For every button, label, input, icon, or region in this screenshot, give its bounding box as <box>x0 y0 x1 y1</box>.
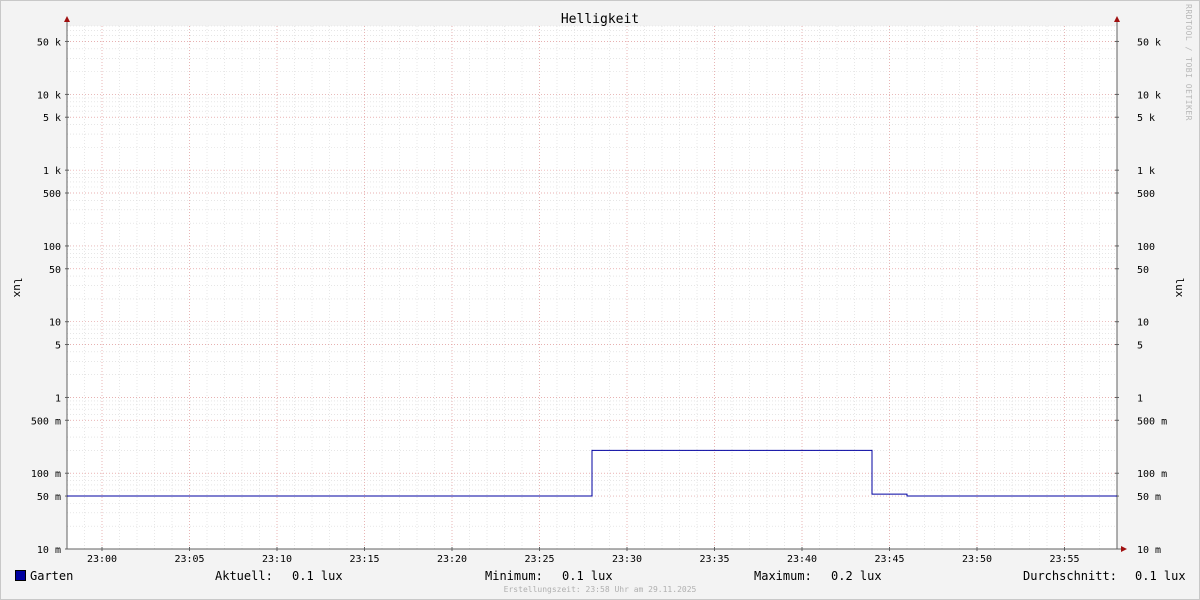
y-tick-label-right: 1 <box>1137 393 1143 404</box>
x-tick-label: 23:15 <box>349 554 379 565</box>
legend-max-value: 0.2 lux <box>831 569 882 583</box>
legend: Garten Aktuell: 0.1 lux Minimum: 0.1 lux… <box>0 568 1200 584</box>
y-tick-label-left: 500 <box>43 189 61 200</box>
legend-min-label: Minimum: <box>485 569 543 583</box>
y-tick-label-left: 100 <box>43 242 61 253</box>
legend-max-label: Maximum: <box>754 569 812 583</box>
legend-avg-value: 0.1 lux <box>1135 569 1186 583</box>
y-tick-label-left: 10 m <box>37 545 61 556</box>
y-tick-label-right: 10 k <box>1137 90 1161 101</box>
y-tick-label-right: 500 <box>1137 189 1155 200</box>
y-tick-label-right: 500 m <box>1137 416 1167 427</box>
y-axis-label-left: lux <box>11 278 24 298</box>
y-tick-label-left: 5 k <box>43 113 61 124</box>
y-axis-arrow-left <box>64 16 70 22</box>
y-tick-label-right: 10 <box>1137 318 1149 329</box>
y-tick-label-left: 5 <box>55 341 61 352</box>
legend-min-value: 0.1 lux <box>562 569 613 583</box>
x-tick-label: 23:35 <box>699 554 729 565</box>
x-tick-label: 23:40 <box>787 554 817 565</box>
y-tick-label-left: 50 k <box>37 37 61 48</box>
x-tick-label: 23:45 <box>874 554 904 565</box>
y-tick-label-left: 10 k <box>37 90 61 101</box>
y-tick-label-right: 5 k <box>1137 113 1155 124</box>
y-tick-label-right: 1 k <box>1137 166 1155 177</box>
legend-current-label: Aktuell: <box>215 569 273 583</box>
x-tick-label: 23:50 <box>962 554 992 565</box>
legend-avg-label: Durchschnitt: <box>1023 569 1117 583</box>
y-tick-label-left: 50 m <box>37 492 61 503</box>
y-tick-label-left: 50 <box>49 265 61 276</box>
legend-swatch-garten <box>15 570 26 581</box>
y-tick-label-right: 50 m <box>1137 492 1161 503</box>
y-axis-label-right: lux <box>1173 278 1186 298</box>
x-axis-arrow <box>1121 546 1127 552</box>
x-tick-label: 23:30 <box>612 554 642 565</box>
x-tick-label: 23:10 <box>262 554 292 565</box>
rrdtool-watermark: RRDTOOL / TOBI OETIKER <box>1184 4 1193 121</box>
x-tick-label: 23:20 <box>437 554 467 565</box>
creation-time-footer: Erstellungszeit: 23:58 Uhr am 29.11.2025 <box>503 585 697 594</box>
y-tick-label-left: 10 <box>49 318 61 329</box>
y-tick-label-left: 1 k <box>43 166 61 177</box>
y-axis-arrow-right <box>1114 16 1120 22</box>
chart-title: Helligkeit <box>561 12 639 27</box>
y-tick-label-right: 100 <box>1137 242 1155 253</box>
legend-current-value: 0.1 lux <box>292 569 343 583</box>
chart-plot: 10 m 10 m 50 m 50 m 100 m 100 m 500 m 500 m 1 1 5 5… <box>11 12 1186 565</box>
x-tick-label: 23:00 <box>87 554 117 565</box>
x-tick-label: 23:05 <box>174 554 204 565</box>
y-tick-label-left: 500 m <box>31 416 61 427</box>
y-tick-label-left: 100 m <box>31 469 61 480</box>
y-tick-label-right: 100 m <box>1137 469 1167 480</box>
x-tick-label: 23:25 <box>524 554 554 565</box>
y-tick-label-left: 1 <box>55 393 61 404</box>
y-tick-label-right: 10 m <box>1137 545 1161 556</box>
legend-series-name: Garten <box>30 569 74 583</box>
y-tick-label-right: 50 <box>1137 265 1149 276</box>
x-tick-label: 23:55 <box>1049 554 1079 565</box>
y-tick-label-right: 50 k <box>1137 37 1161 48</box>
y-tick-label-right: 5 <box>1137 341 1143 352</box>
